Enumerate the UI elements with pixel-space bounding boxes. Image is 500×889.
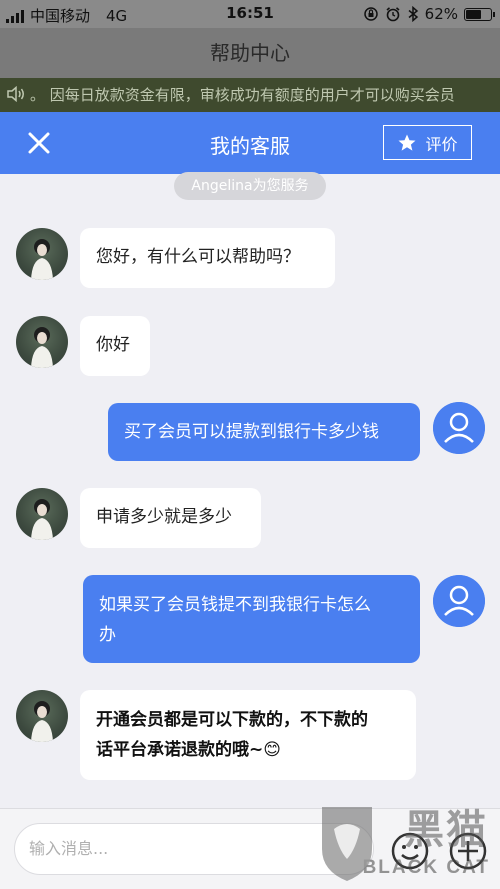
watermark-cn: 黑猫 <box>404 807 488 853</box>
user-avatar-icon <box>433 575 485 627</box>
battery-percent: 62% <box>424 5 458 23</box>
status-bar: 中国移动 4G 16:51 62% <box>0 0 500 28</box>
agent-avatar <box>16 316 68 368</box>
notice-marquee: 。 因每日放款资金有限，审核成功有额度的用户才可以购买会员 <box>0 78 500 112</box>
message-text-line: 办 <box>99 625 116 645</box>
alarm-icon <box>386 7 400 22</box>
notice-text: 。 因每日放款资金有限，审核成功有额度的用户才可以购买会员 <box>30 86 455 104</box>
message-text-line: 话平台承诺退款的哦~ <box>96 740 264 760</box>
message-bubble-agent: 开通会员都是可以下款的，不下款的 话平台承诺退款的哦~😊 <box>80 690 416 780</box>
rate-label: 评价 <box>425 134 458 154</box>
smile-emoji: 😊 <box>263 740 281 760</box>
battery-icon <box>464 7 495 21</box>
speaker-icon <box>6 78 26 112</box>
lock-rotation-icon <box>363 7 378 21</box>
message-text-line: 开通会员都是可以下款的，不下款的 <box>96 710 368 730</box>
message-text: 申请多少就是多少 <box>96 507 232 527</box>
user-avatar-icon <box>433 402 485 454</box>
message-bubble-user: 买了会员可以提款到银行卡多少钱 <box>108 403 420 461</box>
chat-header: 我的客服 评价 <box>0 112 500 174</box>
rate-button[interactable]: 评价 <box>383 125 472 160</box>
message-text: 买了会员可以提款到银行卡多少钱 <box>124 422 379 442</box>
bluetooth-icon <box>408 6 418 22</box>
service-agent-pill: Angelina为您服务 <box>174 172 326 200</box>
watermark-logo: 黑猫 BLACK CAT <box>312 799 496 885</box>
agent-avatar <box>16 228 68 280</box>
message-text: 你好 <box>96 335 130 355</box>
message-bubble-agent: 您好，有什么可以帮助吗？ <box>80 228 335 288</box>
message-bubble-agent: 申请多少就是多少 <box>80 488 261 548</box>
message-text: 您好，有什么可以帮助吗？ <box>96 247 300 267</box>
message-bubble-user: 如果买了会员钱提不到我银行卡怎么 办 <box>83 575 420 663</box>
watermark-en: BLACK CAT <box>362 857 490 878</box>
agent-avatar <box>16 488 68 540</box>
star-icon <box>398 134 416 151</box>
agent-avatar <box>16 690 68 742</box>
message-bubble-agent: 你好 <box>80 316 150 376</box>
message-text-line: 如果买了会员钱提不到我银行卡怎么 <box>99 595 371 615</box>
help-center-title: 帮助中心 <box>0 28 500 78</box>
